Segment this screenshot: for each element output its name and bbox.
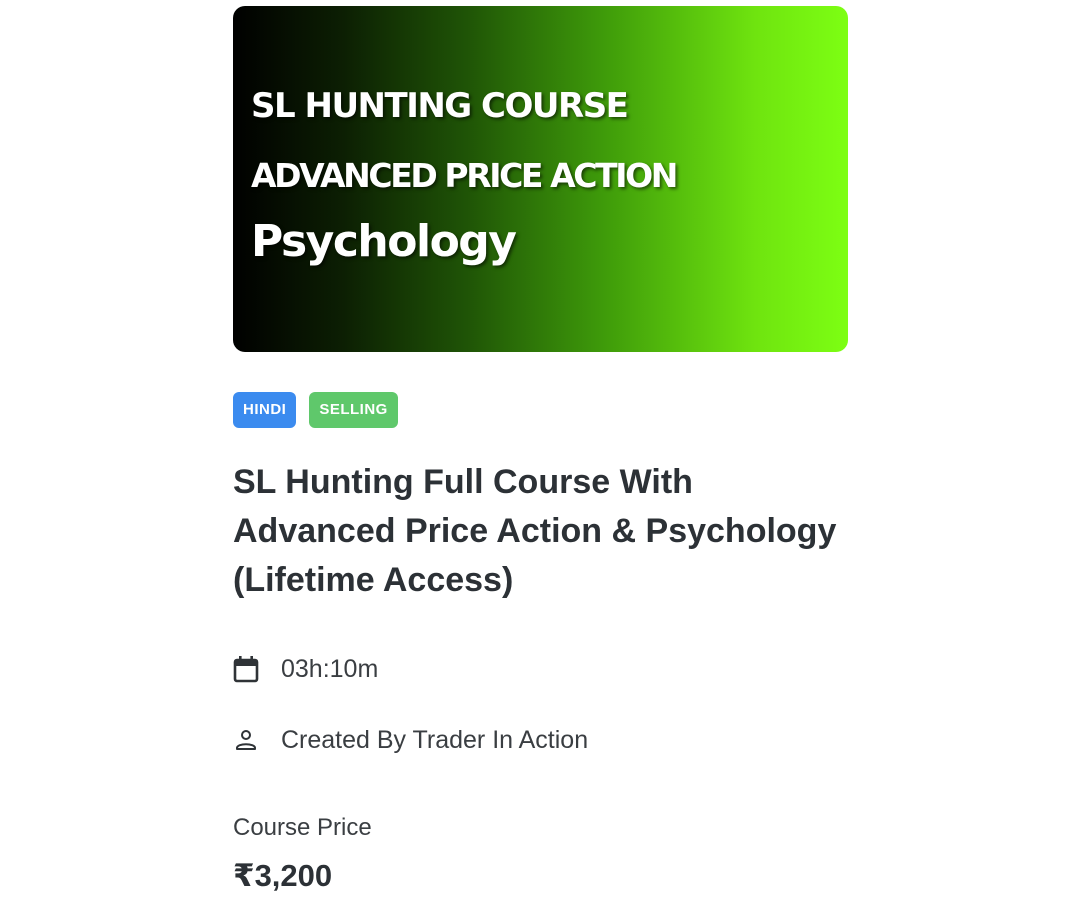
banner-line-3: Psychology [251,216,517,267]
course-title: SL Hunting Full Course With Advanced Pri… [233,463,837,599]
course-banner-image[interactable]: SL HUNTING COURSE ADVANCED PRICE ACTION … [233,6,848,352]
user-icon [233,723,259,757]
price-label: Course Price [233,814,372,841]
duration-row: 03h:10m [233,652,378,686]
course-price: ₹3,200 [233,858,333,893]
creator-row: Created By Trader In Action [233,723,588,757]
course-card: SL HUNTING COURSE ADVANCED PRICE ACTION … [233,6,848,893]
tag-list: HINDI SELLING [233,392,398,428]
course-duration: 03h:10m [281,654,379,683]
status-tag: SELLING [309,392,398,428]
banner-line-2: ADVANCED PRICE ACTION [251,156,678,195]
banner-line-1: SL HUNTING COURSE [251,86,629,126]
calendar-icon [233,652,259,686]
language-tag: HINDI [233,392,297,428]
course-creator: Created By Trader In Action [281,725,589,754]
